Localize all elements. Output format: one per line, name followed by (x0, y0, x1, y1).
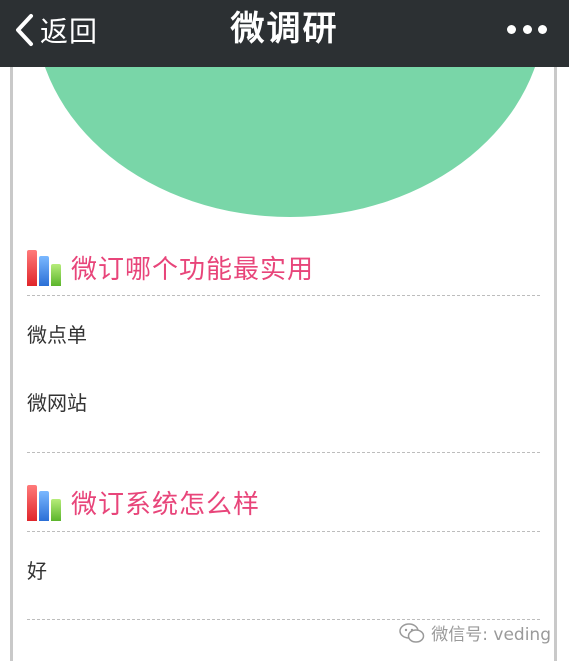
dot-icon (538, 24, 547, 34)
question-heading-2: 微订系统怎么样 (27, 482, 260, 522)
divider (27, 295, 540, 296)
page-title: 微调研 (230, 9, 339, 49)
hero-banner-circle (35, 67, 545, 217)
top-navigation-bar: 返回 微调研 (0, 0, 569, 67)
question-title: 微订哪个功能最实用 (71, 254, 315, 285)
question-heading-1: 微订哪个功能最实用 (27, 247, 314, 287)
survey-option[interactable]: 好 (27, 555, 47, 584)
survey-option[interactable]: 微点单 (27, 319, 87, 348)
more-options-button[interactable] (507, 14, 547, 44)
divider (27, 452, 540, 453)
question-title: 微订系统怎么样 (71, 489, 261, 520)
divider (27, 531, 540, 532)
wechat-watermark: 微信号: veding (399, 620, 551, 645)
wechat-icon (399, 622, 425, 643)
survey-content: 微订哪个功能最实用 微点单 微网站 微订系统怎么样 好 (10, 67, 557, 661)
bar-chart-icon (27, 248, 61, 286)
dot-icon (522, 24, 532, 34)
survey-option[interactable]: 微网站 (27, 387, 87, 416)
dot-icon (507, 24, 516, 34)
bar-chart-icon (27, 483, 61, 521)
watermark-text: 微信号: veding (431, 625, 551, 645)
